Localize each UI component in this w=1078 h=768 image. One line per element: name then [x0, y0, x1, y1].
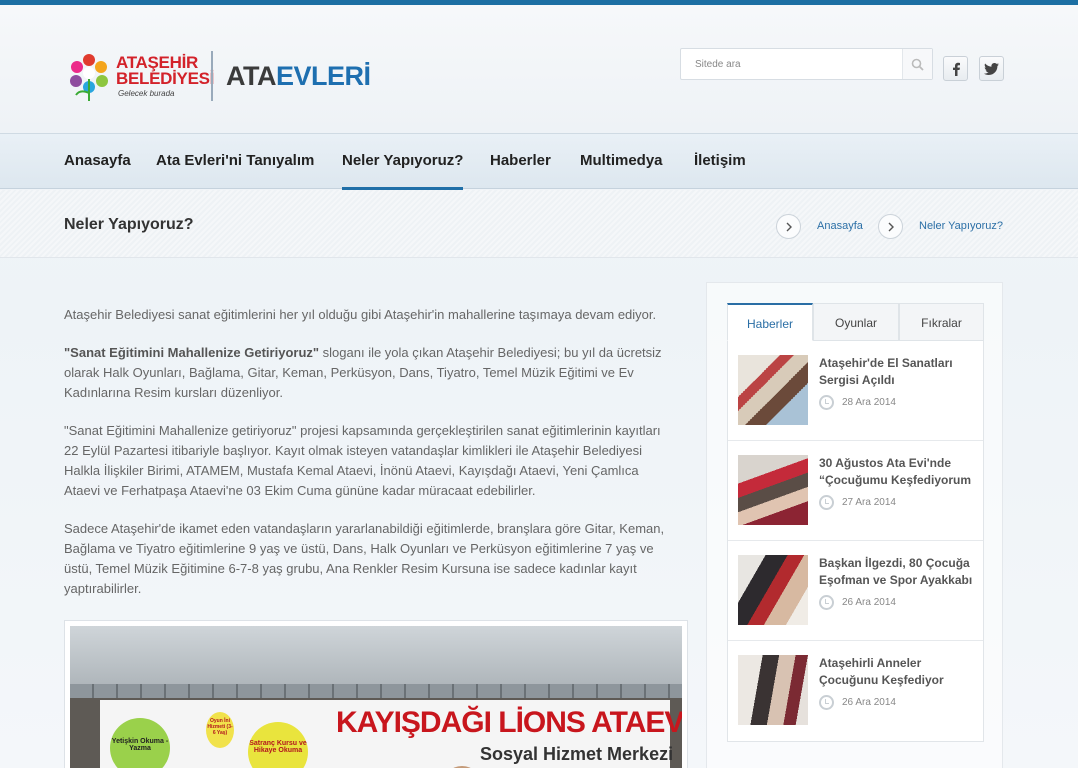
news-list: Ataşehir'de El Sanatları Sergisi Açıldı … — [727, 341, 984, 742]
site-logo[interactable]: ATAŞEHİR BELEDİYESİ Gelecek burada ATAEV… — [66, 51, 371, 111]
news-date: 26 Ara 2014 — [842, 597, 896, 608]
search-icon — [911, 58, 924, 71]
chevron-right-icon — [786, 222, 792, 231]
sign-subtitle: Sosyal Hizmet Merkezi — [480, 744, 674, 764]
flower-logo-icon — [70, 54, 108, 101]
news-title: 30 Ağustos Ata Evi'nde “Çocuğumu Keşfedi… — [819, 455, 979, 489]
news-thumbnail — [738, 555, 808, 625]
tab-fikralar[interactable]: Fıkralar — [899, 303, 984, 341]
ataevi-building-image: KAYIŞDAĞI LİONS ATAEVİ Sosyal Hizmet Mer… — [70, 626, 682, 768]
sign-title: KAYIŞDAĞI LİONS ATAEVİ — [336, 706, 682, 739]
site-header: ATAŞEHİR BELEDİYESİ Gelecek burada ATAEV… — [0, 5, 1078, 133]
news-title-line: Başkan İlgezdi, 80 Çocuğa — [819, 556, 970, 570]
facebook-button[interactable] — [943, 56, 968, 81]
search-input[interactable] — [681, 49, 903, 79]
news-thumbnail — [738, 655, 808, 725]
news-title-line: Çocuğunu Keşfediyor — [819, 673, 944, 687]
nav-item-ata-evleri[interactable]: Ata Evleri'ni Tanıyalım — [156, 134, 314, 190]
brand-part1: ATA — [226, 61, 276, 91]
sidebar-tabs: Haberler Oyunlar Fıkralar — [727, 303, 984, 341]
news-title-line: 30 Ağustos Ata Evi'nde — [819, 456, 951, 470]
news-title: Ataşehir'de El Sanatları Sergisi Açıldı — [819, 355, 979, 389]
news-title: Başkan İlgezdi, 80 Çocuğa Eşofman ve Spo… — [819, 555, 979, 589]
news-title-line: Sergisi Açıldı — [819, 373, 895, 387]
clock-icon — [819, 395, 834, 410]
sidebar: Haberler Oyunlar Fıkralar Ataşehir'de El… — [706, 282, 1003, 768]
logo-divider — [211, 51, 213, 101]
twitter-icon — [984, 62, 999, 75]
paragraph: "Sanat Eğitimini Mahallenize Getiriyoruz… — [64, 343, 676, 403]
article-photo[interactable]: KAYIŞDAĞI LİONS ATAEVİ Sosyal Hizmet Mer… — [64, 620, 688, 768]
breadcrumb-home[interactable]: Anasayfa — [817, 220, 863, 232]
news-title-line: “Çocuğumu Keşfediyorum — [819, 473, 972, 487]
news-date: 26 Ara 2014 — [842, 697, 896, 708]
news-item[interactable]: Ataşehir'de El Sanatları Sergisi Açıldı … — [728, 341, 983, 441]
breadcrumb-arrow — [776, 214, 801, 239]
search-button[interactable] — [902, 49, 932, 79]
paragraph: "Sanat Eğitimini Mahallenize getiriyoruz… — [64, 423, 661, 498]
building-awning — [70, 684, 682, 698]
news-title-line: Eşofman ve Spor Ayakkabı — [819, 573, 973, 587]
news-date: 28 Ara 2014 — [842, 397, 896, 408]
paragraph: Sadece Ataşehir'de ikamet eden vatandaşl… — [64, 521, 665, 596]
brand-part2: EVLERİ — [275, 61, 371, 91]
slogan: "Sanat Eğitimini Mahallenize Getiriyoruz… — [64, 345, 320, 360]
news-date: 27 Ara 2014 — [842, 497, 896, 508]
news-item[interactable]: Ataşehirli Anneler Çocuğunu Keşfediyor 2… — [728, 641, 983, 741]
news-thumbnail — [738, 455, 808, 525]
logo-tagline: Gelecek burada — [118, 89, 175, 98]
article-body: Ataşehir Belediyesi sanat eğitimlerini h… — [64, 305, 676, 617]
news-item[interactable]: 30 Ağustos Ata Evi'nde “Çocuğumu Keşfedi… — [728, 441, 983, 541]
page-title: Neler Yapıyoruz? — [64, 216, 194, 233]
tab-oyunlar[interactable]: Oyunlar — [813, 303, 899, 341]
sign-badge: Oyun İni Hizmeti (3-6 Yaş) — [206, 712, 234, 748]
news-title-line: Ataşehir'de El Sanatları — [819, 356, 953, 370]
logo-line2: BELEDİYESİ — [116, 69, 215, 88]
news-item[interactable]: Başkan İlgezdi, 80 Çocuğa Eşofman ve Spo… — [728, 541, 983, 641]
breadcrumb-arrow — [878, 214, 903, 239]
paragraph: Ataşehir Belediyesi sanat eğitimlerini h… — [64, 307, 657, 322]
nav-item-iletisim[interactable]: İletişim — [694, 134, 746, 190]
news-title: Ataşehirli Anneler Çocuğunu Keşfediyor — [819, 655, 979, 689]
main-nav: Anasayfa Ata Evleri'ni Tanıyalım Neler Y… — [0, 133, 1078, 190]
ataevleri-brand: ATAEVLERİ — [226, 61, 371, 92]
nav-item-multimedya[interactable]: Multimedya — [580, 134, 663, 190]
tab-haberler[interactable]: Haberler — [727, 303, 813, 341]
search-box — [680, 48, 933, 80]
nav-item-haberler[interactable]: Haberler — [490, 134, 551, 190]
nav-item-neler-yapiyoruz[interactable]: Neler Yapıyoruz? — [342, 134, 464, 190]
clock-icon — [819, 595, 834, 610]
nav-item-anasayfa[interactable]: Anasayfa — [64, 134, 131, 190]
news-thumbnail — [738, 355, 808, 425]
page-title-bar: Neler Yapıyoruz? — [0, 190, 1078, 258]
news-title-line: Ataşehirli Anneler — [819, 656, 922, 670]
clock-icon — [819, 695, 834, 710]
breadcrumb-current[interactable]: Neler Yapıyoruz? — [919, 220, 1003, 232]
chevron-right-icon — [888, 222, 894, 231]
twitter-button[interactable] — [979, 56, 1004, 81]
clock-icon — [819, 495, 834, 510]
facebook-icon — [952, 62, 960, 76]
